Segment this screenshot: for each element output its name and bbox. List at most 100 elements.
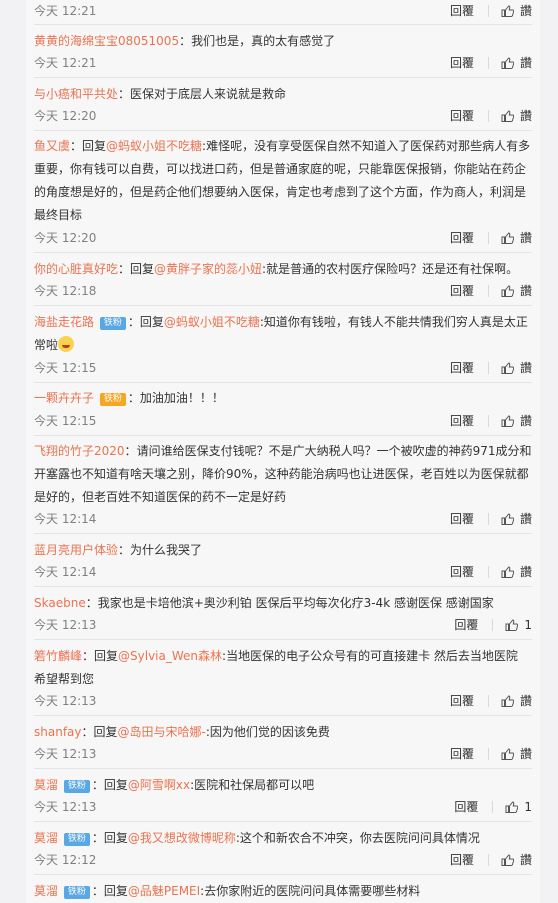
mention-link[interactable]: @岛田与宋哈娜- [118, 725, 206, 739]
comment-body: :就是普通的农村医疗保险吗？还是还有社保啊。 [262, 262, 519, 276]
comment-divider [34, 768, 532, 769]
comment-divider [34, 533, 532, 534]
comment-item: 黄黄的海绵宝宝08051005：我们也是，真的太有感觉了 [34, 30, 532, 53]
comment-text: 黄黄的海绵宝宝08051005：我们也是，真的太有感觉了 [34, 30, 532, 53]
comment-sep: ： [85, 596, 98, 610]
reply-button[interactable]: 回覆 [450, 357, 474, 379]
comment-sep: ： [124, 444, 137, 458]
like-label: 讚 [519, 747, 532, 761]
fan-badge: 铁粉 [63, 833, 90, 846]
comment-meta: 今天 12:13 回覆 讚 [34, 690, 532, 712]
comment-username[interactable]: 莫溜 [34, 778, 58, 792]
like-button[interactable]: 讚 [501, 561, 532, 583]
comment-time: 今天 12:13 [34, 618, 97, 632]
like-button[interactable]: 讚 [501, 410, 532, 432]
comment-username[interactable]: shanfay [34, 725, 82, 739]
comment-sep: ： [127, 391, 140, 405]
mention-link[interactable]: @蚂蚁小姐不吃糖 [106, 139, 202, 153]
like-button[interactable]: 讚 [501, 849, 532, 871]
reply-button[interactable]: 回覆 [450, 227, 474, 249]
comment-username[interactable]: 蓝月亮用户体验 [34, 543, 118, 557]
mention-link[interactable]: @Sylvia_Wen森林 [118, 649, 222, 663]
comment-item: 飞翔的竹子2020：请问谁给医保支付钱呢？不是广大纳税人吗？一个被吹虚的神药97… [34, 440, 532, 509]
comment-time: 今天 12:14 [34, 565, 97, 579]
comment-username[interactable]: 黄黄的海绵宝宝08051005 [34, 34, 179, 48]
scrollbar-track[interactable] [540, 0, 558, 903]
action-divider [487, 57, 489, 69]
comment-username[interactable]: 莫溜 [34, 884, 58, 898]
thumbs-up-icon [501, 285, 514, 297]
comment-item: 莫溜 铁粉 ：回复@阿雪啊xx:医院和社保局都可以吧 [34, 774, 532, 797]
comment-divider [34, 130, 532, 131]
comment-username[interactable]: Skaebne [34, 596, 86, 610]
like-button[interactable]: 讚 [501, 743, 532, 765]
like-button[interactable]: 讚 [501, 280, 532, 302]
reply-button[interactable]: 回覆 [450, 280, 474, 302]
comment-username[interactable]: 一颗卉卉子 [34, 391, 94, 405]
comment-body: :医院和社保局都可以吧 [190, 778, 315, 792]
reply-button[interactable]: 回覆 [450, 410, 474, 432]
like-count: 1 [524, 800, 532, 814]
like-button[interactable]: 讚 [501, 508, 532, 530]
like-button[interactable]: 讚 [501, 105, 532, 127]
comment-text: Skaebne：我家也是卡培他滨+奥沙利铂 医保后平均每次化疗3-4k 感谢医保… [34, 592, 532, 615]
comment-sep: ： [118, 543, 131, 557]
comment-time: 今天 12:15 [34, 414, 97, 428]
comment-divider [34, 586, 532, 587]
reply-button[interactable]: 回覆 [450, 690, 474, 712]
reply-button[interactable]: 回覆 [450, 52, 474, 74]
like-button[interactable]: 讚 [501, 52, 532, 74]
like-button[interactable]: 讚 [501, 690, 532, 712]
reply-button[interactable]: 回覆 [450, 849, 474, 871]
comment-username[interactable]: 你的心脏真好吃 [34, 262, 118, 276]
comment-item: 箬竹麟峰：回复@Sylvia_Wen森林:当地医保的电子公众号有的可直接建卡 然… [34, 645, 532, 691]
comment-divider [34, 305, 532, 306]
reply-button[interactable]: 回覆 [454, 796, 478, 818]
action-divider [492, 801, 494, 813]
like-button[interactable]: 1 [505, 796, 532, 818]
comment-text: 莫溜 铁粉 ：回复@品魅PEMEI:去你家附近的医院问问具体需要哪些材料 [34, 880, 532, 903]
reply-button[interactable]: 回覆 [454, 614, 478, 636]
fan-badge: 铁粉 [99, 393, 126, 406]
comment-sep: ：回复 [91, 884, 128, 898]
mention-link[interactable]: @蚂蚁小姐不吃糖 [164, 315, 260, 329]
reply-button[interactable]: 回覆 [450, 105, 474, 127]
reply-button[interactable]: 回覆 [450, 743, 474, 765]
mention-link[interactable]: @品魅PEMEI [128, 884, 200, 898]
like-label: 讚 [519, 853, 532, 867]
action-divider [487, 110, 489, 122]
comment-time: 今天 12:14 [34, 512, 97, 526]
comment-username[interactable]: 莫溜 [34, 831, 58, 845]
reply-button[interactable]: 回覆 [450, 0, 474, 22]
reply-button[interactable]: 回覆 [450, 508, 474, 530]
like-button[interactable]: 讚 [501, 227, 532, 249]
comment-time: 今天 12:12 [34, 853, 97, 867]
mention-link[interactable]: @我又想改微博昵称 [128, 831, 236, 845]
comment-time: 今天 12:18 [34, 284, 97, 298]
comment-body: :去你家附近的医院问问具体需要哪些材料 [200, 884, 421, 898]
mention-link[interactable]: @黄胖子家的蕊小妞 [154, 262, 262, 276]
comment-username[interactable]: 海盐走花路 [34, 315, 94, 329]
comment-meta: 今天 12:13 回覆 1 [34, 796, 532, 818]
comment-meta: 今天 12:21 回覆 讚 [34, 52, 532, 74]
comment-username[interactable]: 与小癌和平共处 [34, 87, 118, 101]
like-button[interactable]: 讚 [501, 357, 532, 379]
like-button[interactable]: 讚 [501, 0, 532, 22]
comment-divider [34, 639, 532, 640]
comment-sep: ：回复 [82, 649, 119, 663]
reply-button[interactable]: 回覆 [450, 561, 474, 583]
comment-username[interactable]: 飞翔的竹子2020 [34, 444, 125, 458]
mention-link[interactable]: @阿雪啊xx [128, 778, 190, 792]
comment-time: 今天 12:20 [34, 109, 97, 123]
thumbs-up-icon [501, 415, 514, 427]
action-divider [487, 566, 489, 578]
comment-item: 莫溜 铁粉 ：回复@品魅PEMEI:去你家附近的医院问问具体需要哪些材料 [34, 880, 532, 903]
comment-username[interactable]: 鱼又虞 [34, 139, 70, 153]
thumbs-up-icon [501, 57, 514, 69]
comment-text: 你的心脏真好吃：回复@黄胖子家的蕊小妞:就是普通的农村医疗保险吗？还是还有社保啊… [34, 258, 532, 281]
comment-divider [34, 821, 532, 822]
like-button[interactable]: 1 [505, 614, 532, 636]
comment-divider [34, 435, 532, 436]
comment-text: 莫溜 铁粉 ：回复@我又想改微博昵称:这个和新农合不冲突，你去医院问问具体情况 [34, 827, 532, 850]
comment-username[interactable]: 箬竹麟峰 [34, 649, 82, 663]
